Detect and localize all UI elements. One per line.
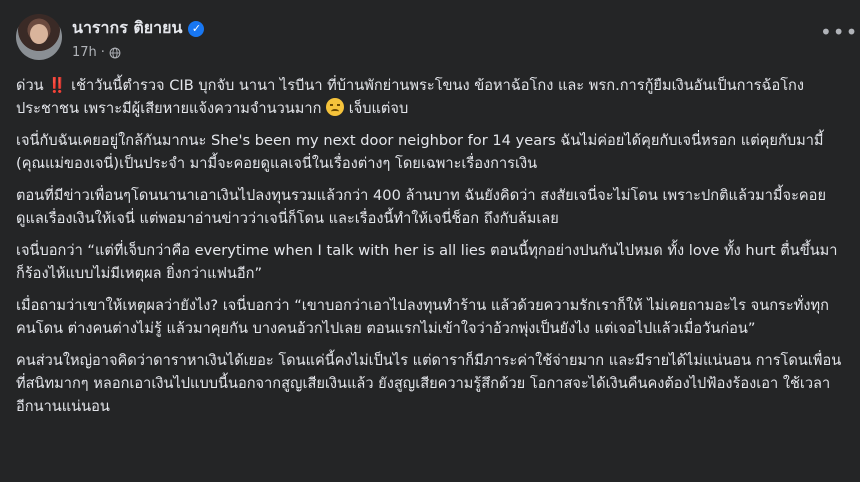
post-body: ด่วน ‼️ เช้าวันนี้ตำรวจ CIB บุกจับ นานา …: [16, 74, 844, 418]
avatar[interactable]: [16, 14, 62, 60]
globe-icon: [109, 47, 121, 58]
paragraph-5: เมื่อถามว่าเขาให้เหตุผลว่ายังไง? เจนี่บอ…: [16, 297, 829, 337]
double-exclamation-emoji: ‼️: [48, 77, 67, 94]
p1-end: เจ็บแต่จบ: [344, 100, 409, 117]
p1-text: เช้าวันนี้ตำรวจ CIB บุกจับ นานา ไรบีนา ท…: [16, 77, 805, 117]
paragraph-6: คนส่วนใหญ่อาจคิดว่าดาราหาเงินได้เยอะ โดน…: [16, 352, 842, 415]
paragraph-3: ตอนที่มีข่าวเพื่อนๆโดนนานาเอาเงินไปลงทุน…: [16, 187, 826, 227]
post-meta: นารากร ติยายน ✓ 17h ·: [72, 14, 205, 60]
paragraph-1: ด่วน ‼️ เช้าวันนี้ตำรวจ CIB บุกจับ นานา …: [16, 74, 844, 120]
more-options-icon[interactable]: •••: [820, 22, 857, 46]
post-header: นารากร ติยายน ✓ 17h ·: [16, 14, 844, 60]
name-row: นารากร ติยายน ✓: [72, 16, 205, 41]
p1-start: ด่วน: [16, 77, 49, 94]
author-name[interactable]: นารากร ติยายน: [72, 16, 182, 41]
sad-face-emoji: [326, 98, 345, 116]
facebook-post: นารากร ติยายน ✓ 17h · ••• ด่วน ‼️ เช้าวั…: [0, 0, 860, 482]
paragraph-2: เจนี่กับฉันเคยอยู่ใกล้กันมากนะ She's bee…: [16, 132, 824, 172]
post-time[interactable]: 17h: [72, 45, 97, 60]
paragraph-4: เจนี่บอกว่า “แต่ที่เจ็บกว่าคือ everytime…: [16, 242, 838, 282]
verified-badge-icon: ✓: [188, 20, 205, 37]
separator-dot: ·: [100, 45, 105, 60]
time-row: 17h ·: [72, 45, 204, 60]
